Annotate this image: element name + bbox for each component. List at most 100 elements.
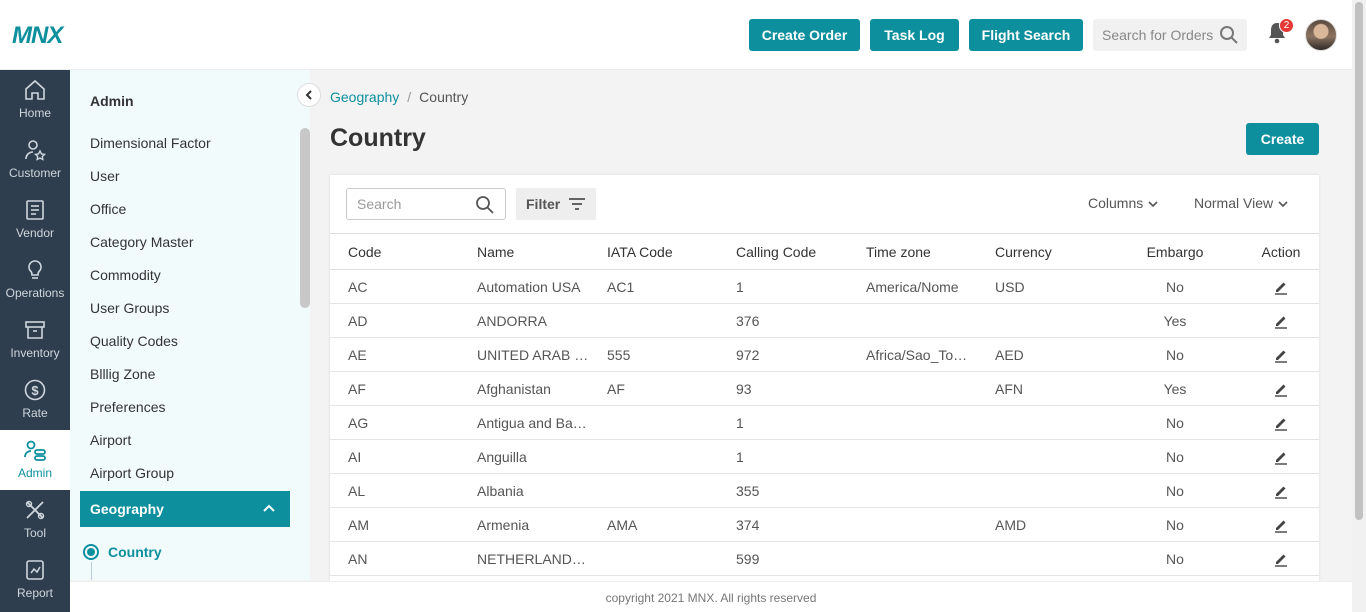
- nav-operations-label: Operations: [5, 286, 65, 300]
- admin-submenu: Admin Dimensional Factor User Office Cat…: [70, 70, 310, 580]
- edit-icon[interactable]: [1273, 313, 1289, 329]
- submenu-item-country[interactable]: Country: [108, 544, 162, 560]
- svg-text:$: $: [31, 383, 39, 398]
- edit-icon[interactable]: [1273, 279, 1289, 295]
- submenu-item[interactable]: Office: [90, 201, 126, 217]
- edit-icon[interactable]: [1273, 449, 1289, 465]
- columns-dropdown[interactable]: Columns: [1088, 195, 1159, 211]
- edit-icon[interactable]: [1273, 483, 1289, 499]
- filter-icon: [569, 198, 585, 210]
- page-title: Country: [330, 124, 426, 152]
- submenu-item[interactable]: User Groups: [90, 300, 169, 316]
- edit-icon[interactable]: [1273, 381, 1289, 397]
- column-header-time-zone[interactable]: Time zone: [848, 233, 977, 270]
- edit-icon[interactable]: [1273, 415, 1289, 431]
- nav-home[interactable]: Home: [0, 70, 70, 130]
- submenu-item[interactable]: Airport Group: [90, 465, 174, 481]
- footer-copyright: copyright 2021 MNX. All rights reserved: [70, 581, 1352, 612]
- submenu-item[interactable]: Preferences: [90, 399, 165, 415]
- nav-admin[interactable]: Admin: [0, 430, 70, 490]
- column-header-calling-code[interactable]: Calling Code: [718, 233, 848, 270]
- column-header-currency[interactable]: Currency: [977, 233, 1107, 270]
- edit-icon[interactable]: [1273, 551, 1289, 567]
- view-dropdown[interactable]: Normal View: [1194, 195, 1289, 211]
- nav-vendor[interactable]: Vendor: [0, 190, 70, 250]
- page-scrollbar[interactable]: [1352, 0, 1366, 612]
- task-log-button[interactable]: Task Log: [870, 19, 959, 51]
- cell-currency: [977, 473, 1107, 508]
- cell-name: Antigua and Ba…: [459, 405, 589, 440]
- nav-customer[interactable]: Customer: [0, 130, 70, 190]
- column-header-iata-code[interactable]: IATA Code: [589, 233, 718, 270]
- create-order-button[interactable]: Create Order: [749, 19, 860, 51]
- column-header-code[interactable]: Code: [330, 233, 459, 270]
- cell-currency: AED: [977, 337, 1107, 372]
- admin-icon: [24, 440, 46, 461]
- submenu-item[interactable]: User: [90, 168, 120, 184]
- logo[interactable]: MNX: [12, 22, 63, 50]
- avatar[interactable]: [1305, 19, 1337, 51]
- table-header-row: Code Name IATA Code Calling Code Time zo…: [330, 233, 1319, 270]
- page-scrollbar-thumb[interactable]: [1355, 2, 1363, 520]
- columns-label: Columns: [1088, 195, 1144, 211]
- cell-time-zone: [848, 371, 977, 406]
- filter-button[interactable]: Filter: [516, 188, 596, 220]
- submenu-item[interactable]: Category Master: [90, 234, 193, 250]
- cell-iata-code: [589, 541, 718, 576]
- nav-report[interactable]: Report: [0, 550, 70, 610]
- report-icon: [26, 560, 44, 580]
- submenu-group-geography[interactable]: Geography: [80, 491, 290, 527]
- left-nav: Home Customer Vendor Operations Inventor…: [0, 70, 70, 612]
- table-row[interactable]: AG Antigua and Ba… 1 No: [330, 405, 1319, 440]
- cell-calling-code: 1: [718, 405, 848, 440]
- filter-label: Filter: [526, 196, 561, 212]
- nav-rate[interactable]: $ Rate: [0, 370, 70, 430]
- cell-code: AD: [330, 303, 459, 338]
- collapse-sidebar-button[interactable]: [297, 83, 321, 107]
- cell-name: UNITED ARAB …: [459, 337, 589, 372]
- table-row[interactable]: AI Anguilla 1 No: [330, 439, 1319, 474]
- nav-inventory[interactable]: Inventory: [0, 310, 70, 370]
- table-row[interactable]: AF Afghanistan AF 93 AFN Yes: [330, 371, 1319, 406]
- flight-search-button[interactable]: Flight Search: [969, 19, 1083, 51]
- nav-operations[interactable]: Operations: [0, 250, 70, 310]
- nav-tool-label: Tool: [23, 526, 46, 540]
- submenu-item[interactable]: Airport: [90, 432, 131, 448]
- table-row[interactable]: AC Automation USA AC1 1 America/Nome USD No: [330, 269, 1319, 304]
- vendor-icon: [26, 200, 44, 220]
- cell-time-zone: [848, 473, 977, 508]
- cell-calling-code: 1: [718, 269, 848, 304]
- order-search-input[interactable]: Search for Orders: [1093, 19, 1247, 51]
- submenu-item[interactable]: Dimensional Factor: [90, 135, 211, 151]
- submenu-item[interactable]: Quality Codes: [90, 333, 178, 349]
- table-row[interactable]: AD ANDORRA 376 Yes: [330, 303, 1319, 338]
- edit-icon[interactable]: [1273, 517, 1289, 533]
- cell-name: Afghanistan: [459, 371, 589, 406]
- column-header-embargo[interactable]: Embargo: [1107, 233, 1243, 270]
- cell-currency: [977, 439, 1107, 474]
- table-search-input[interactable]: Search: [346, 188, 506, 220]
- breadcrumb-geography[interactable]: Geography: [330, 89, 399, 105]
- submenu-item[interactable]: Commodity: [90, 267, 161, 283]
- cell-embargo: No: [1107, 405, 1243, 440]
- nav-vendor-label: Vendor: [15, 226, 55, 240]
- submenu-item[interactable]: Blllig Zone: [90, 366, 155, 382]
- table-row[interactable]: AM Armenia AMA 374 AMD No: [330, 507, 1319, 542]
- table-row[interactable]: AE UNITED ARAB … 555 972 Africa/Sao_To… AED No: [330, 337, 1319, 372]
- table-row[interactable]: AN NETHERLAND… 599 No: [330, 541, 1319, 576]
- cell-currency: [977, 541, 1107, 576]
- search-icon[interactable]: [475, 195, 495, 215]
- breadcrumb-separator: /: [407, 89, 412, 105]
- table-row[interactable]: AL Albania 355 No: [330, 473, 1319, 508]
- nav-tool[interactable]: Tool: [0, 490, 70, 550]
- edit-icon[interactable]: [1273, 347, 1289, 363]
- cell-currency: AMD: [977, 507, 1107, 542]
- cell-action: [1243, 269, 1319, 304]
- column-header-name[interactable]: Name: [459, 233, 589, 270]
- cell-time-zone: America/Nome: [848, 269, 977, 304]
- cell-embargo: No: [1107, 439, 1243, 474]
- search-icon[interactable]: [1219, 25, 1239, 45]
- cell-currency: USD: [977, 269, 1107, 304]
- submenu-scrollbar[interactable]: [300, 128, 310, 308]
- create-button[interactable]: Create: [1246, 123, 1319, 155]
